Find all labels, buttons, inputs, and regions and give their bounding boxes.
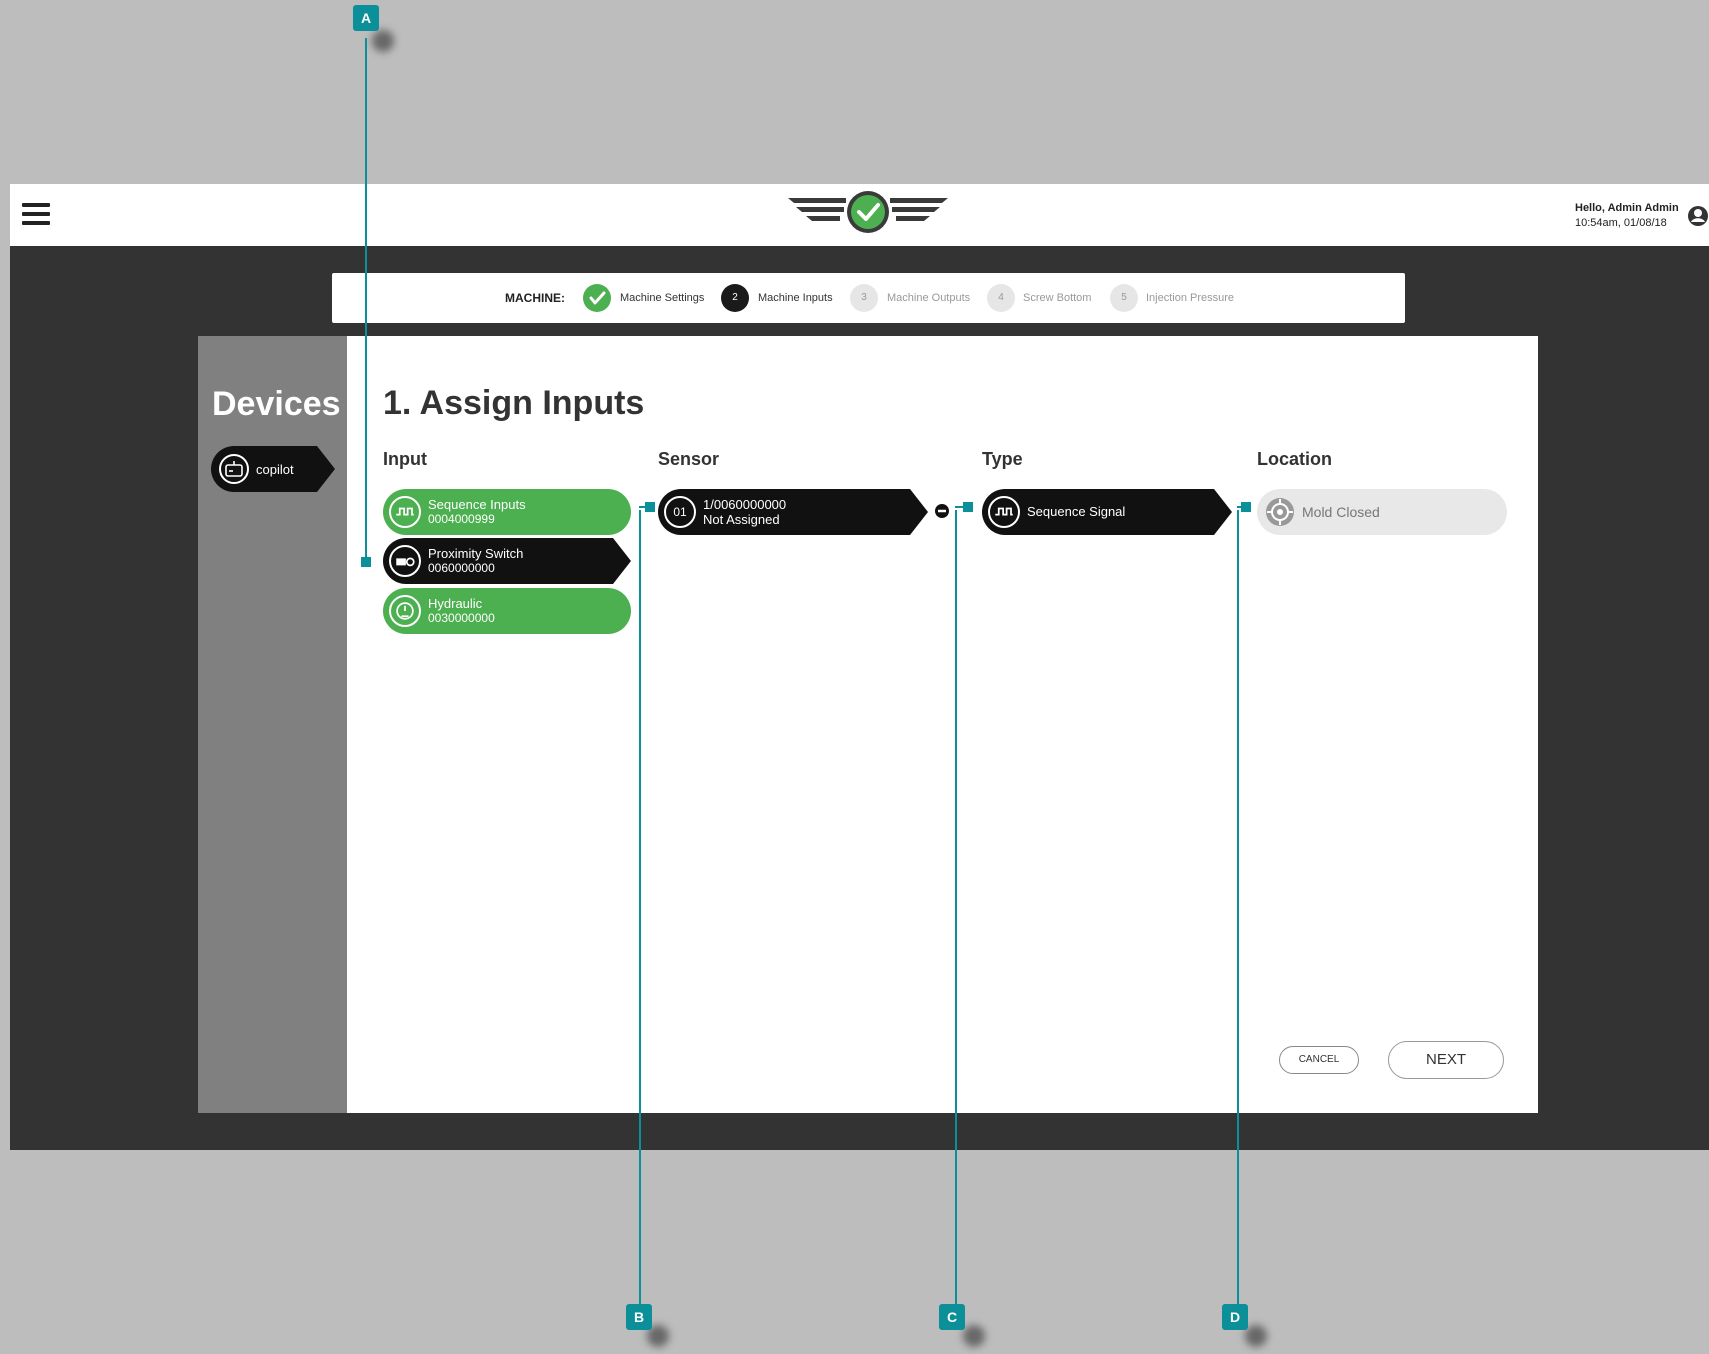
callout-b-line [639, 510, 641, 1318]
input-item-proximity-switch[interactable]: Proximity Switch 0060000000 [383, 538, 631, 584]
callout-c-anchor [963, 502, 973, 512]
proximity-switch-icon [389, 545, 421, 577]
sensor-number-badge: 01 [664, 496, 696, 528]
callout-d-label: D [1222, 1304, 1248, 1330]
step-label-injection-pressure[interactable]: Injection Pressure [1146, 292, 1234, 304]
step-1-complete-icon[interactable] [583, 284, 611, 312]
step-4-number[interactable]: 4 [987, 284, 1015, 312]
device-icon [219, 454, 249, 484]
target-icon [1266, 498, 1294, 526]
column-header-location: Location [1257, 449, 1332, 469]
location-label: Mold Closed [1302, 504, 1380, 520]
stepper-prefix: MACHINE: [505, 291, 565, 305]
hamburger-menu-icon[interactable] [22, 203, 50, 227]
device-label: copilot [256, 462, 294, 477]
cancel-button[interactable]: CANCEL [1279, 1046, 1359, 1074]
user-account-icon[interactable] [1687, 205, 1709, 227]
step-3-number[interactable]: 3 [850, 284, 878, 312]
callout-b-label: B [626, 1304, 652, 1330]
remove-assignment-icon[interactable] [934, 503, 950, 519]
callout-shadow [372, 30, 394, 52]
sensor-item[interactable]: 01 1/0060000000 Not Assigned [658, 489, 928, 535]
input-id: 0030000000 [428, 611, 495, 625]
step-label-machine-outputs[interactable]: Machine Outputs [887, 292, 970, 304]
device-copilot-button[interactable]: copilot [211, 446, 335, 492]
input-id: 0004000999 [428, 512, 495, 526]
type-item-sequence-signal[interactable]: Sequence Signal [982, 489, 1232, 535]
assign-inputs-panel [347, 336, 1538, 1113]
step-5-number[interactable]: 5 [1110, 284, 1138, 312]
next-button[interactable]: NEXT [1388, 1041, 1504, 1079]
callout-a-anchor [361, 557, 371, 567]
input-name: Proximity Switch [428, 546, 524, 561]
step-label-machine-settings[interactable]: Machine Settings [620, 292, 704, 304]
column-header-sensor: Sensor [658, 449, 720, 469]
app-logo [788, 191, 948, 233]
sequence-signal-icon [988, 496, 1020, 528]
devices-title: Devices [212, 385, 341, 423]
step-label-machine-inputs[interactable]: Machine Inputs [758, 292, 833, 304]
type-label: Sequence Signal [1027, 504, 1126, 519]
callout-c-line [955, 510, 957, 1318]
callout-a-label: A [353, 5, 379, 31]
input-item-hydraulic[interactable]: Hydraulic 0030000000 [383, 588, 631, 634]
column-header-type: Type [982, 449, 1023, 469]
callout-shadow [963, 1325, 985, 1347]
step-2-number[interactable]: 2 [721, 284, 749, 312]
sensor-id: 1/0060000000 [703, 497, 787, 512]
column-header-input: Input [383, 449, 427, 469]
callout-c-label: C [939, 1304, 965, 1330]
callout-d-anchor [1241, 502, 1251, 512]
callout-b-anchor [645, 502, 655, 512]
step-label-screw-bottom[interactable]: Screw Bottom [1023, 292, 1091, 304]
current-datetime: 10:54am, 01/08/18 [1575, 217, 1667, 229]
input-name: Sequence Inputs [428, 497, 526, 512]
callout-a-line [365, 38, 367, 563]
input-id: 0060000000 [428, 561, 495, 575]
callout-shadow [1245, 1325, 1267, 1347]
input-name: Hydraulic [428, 596, 483, 611]
user-greeting: Hello, Admin Admin [1575, 202, 1679, 214]
pressure-gauge-icon [389, 595, 421, 627]
sensor-status: Not Assigned [703, 512, 780, 527]
sequence-signal-icon [389, 496, 421, 528]
callout-d-line [1237, 510, 1239, 1318]
input-item-sequence-inputs[interactable]: Sequence Inputs 0004000999 [383, 489, 631, 535]
page-title: 1. Assign Inputs [383, 384, 645, 422]
